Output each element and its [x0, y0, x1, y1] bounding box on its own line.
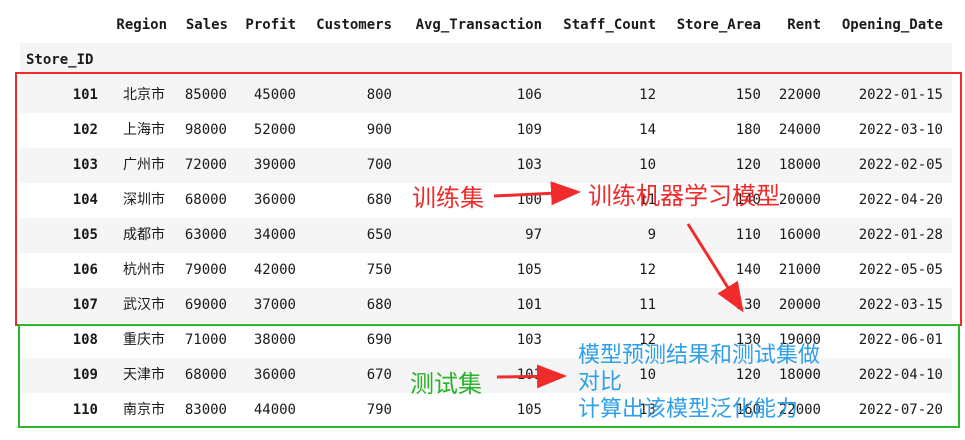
- test-compare-line-2: 对比: [578, 370, 623, 395]
- test-compare-label: 模型预测结果和测试集做 对比 计算出该模型泛化能力: [578, 342, 820, 423]
- test-arrow: [496, 364, 567, 389]
- train-set-label: 训练集: [412, 184, 484, 212]
- model-to-test-arrow: [686, 223, 744, 313]
- annotation-arrows: [493, 181, 744, 389]
- test-compare-line-3: 计算出该模型泛化能力: [578, 397, 799, 422]
- test-set-label: 测试集: [410, 370, 482, 398]
- test-compare-line-1: 模型预测结果和测试集做: [578, 343, 821, 368]
- train-arrow: [493, 181, 581, 206]
- train-model-label: 训练机器学习模型: [588, 182, 780, 210]
